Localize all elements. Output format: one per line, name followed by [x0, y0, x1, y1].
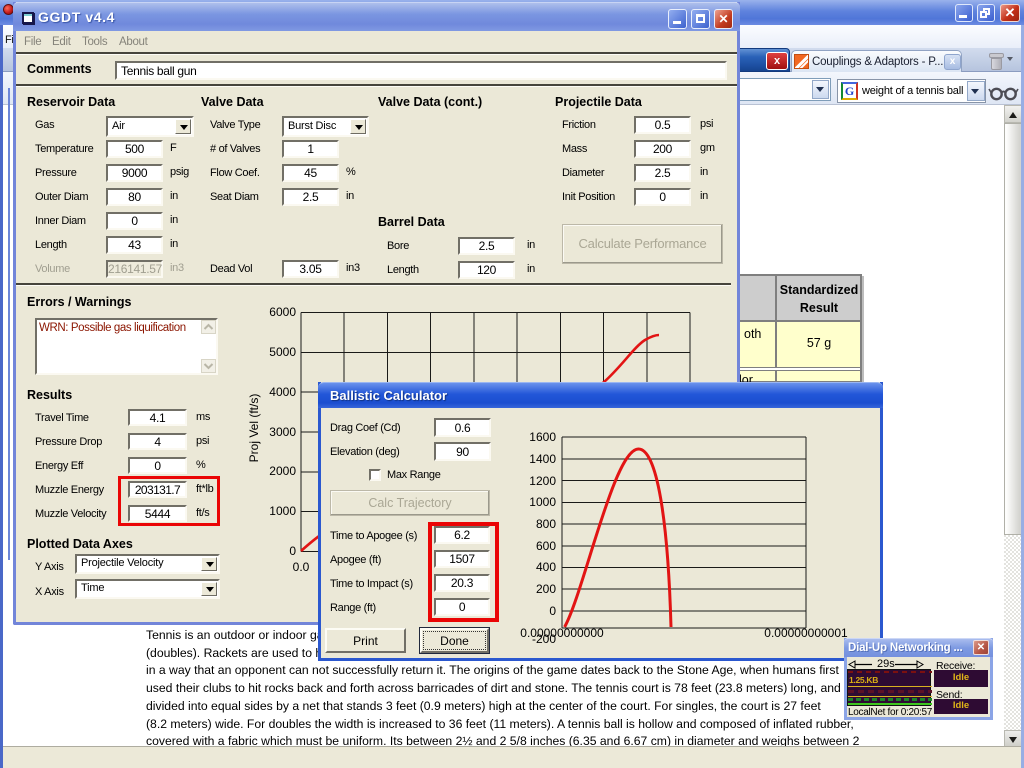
svg-text:400: 400 — [536, 560, 556, 574]
svg-text:0: 0 — [289, 544, 296, 558]
svg-text:4000: 4000 — [269, 385, 296, 399]
svg-text:200: 200 — [536, 582, 556, 596]
svg-text:6000: 6000 — [269, 305, 296, 319]
svg-text:1400: 1400 — [529, 452, 556, 466]
svg-text:600: 600 — [536, 539, 556, 553]
svg-text:0: 0 — [549, 604, 556, 618]
svg-text:Proj Vel (ft/s): Proj Vel (ft/s) — [247, 394, 261, 463]
svg-text:1200: 1200 — [529, 474, 556, 488]
svg-text:1000: 1000 — [269, 504, 296, 518]
svg-text:2000: 2000 — [269, 464, 296, 478]
svg-text:800: 800 — [536, 517, 556, 531]
svg-text:5000: 5000 — [269, 345, 296, 359]
svg-text:0.0: 0.0 — [293, 560, 310, 574]
svg-text:1000: 1000 — [529, 495, 556, 509]
svg-text:3000: 3000 — [269, 425, 296, 439]
svg-text:1600: 1600 — [529, 430, 556, 444]
